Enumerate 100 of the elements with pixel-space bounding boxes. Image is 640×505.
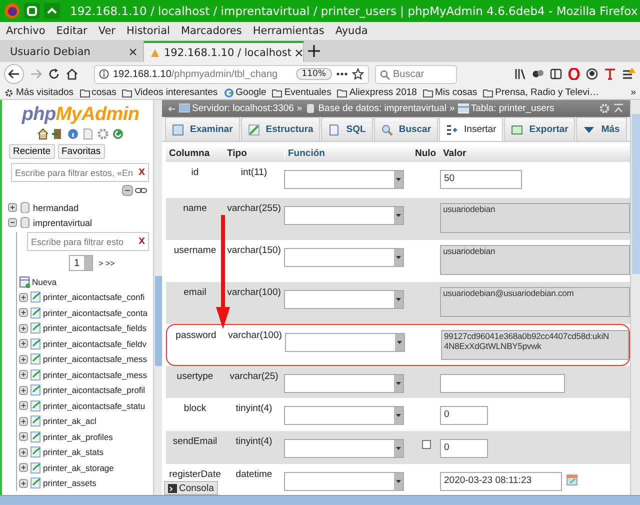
expand-icon[interactable] (19, 308, 28, 318)
database-name[interactable]: hermandad (33, 202, 79, 212)
page-tab[interactable]: Insertar (439, 117, 504, 141)
exit-icon[interactable] (52, 128, 64, 140)
filter-field[interactable]: Escribe para filtrar esto X (27, 232, 149, 251)
bookmark-item[interactable]: Aliexpress 2018 (337, 87, 417, 98)
value-textarea[interactable]: 99127cd96041e368a0b92cc4407cd58d:ukiN 4N8ExXdGtWLNBY5pvwk (441, 330, 629, 360)
bookmark-item[interactable]: Más visitados (4, 87, 74, 98)
expand-icon[interactable] (19, 463, 28, 472)
close-tab-icon[interactable] (129, 48, 137, 56)
expand-icon[interactable] (19, 478, 28, 488)
table-name[interactable]: printer_aicontactsafe_confi (43, 292, 145, 302)
scrollbar[interactable] (153, 100, 162, 495)
function-select[interactable] (284, 439, 404, 458)
table-name[interactable]: printer_ak_storage (43, 462, 114, 473)
library-icon[interactable] (514, 68, 526, 80)
collapse-all-icon[interactable] (122, 185, 133, 196)
table-name[interactable]: printer_aicontactsafe_fields (43, 323, 146, 334)
table-name[interactable]: printer_ak_acl (43, 416, 96, 426)
function-select[interactable] (285, 333, 405, 352)
phpmyadmin-logo[interactable]: phpMyAdmin (8, 104, 153, 126)
function-select[interactable] (284, 406, 404, 425)
table-name[interactable]: printer_aicontactsafe_fieldv (43, 338, 146, 349)
browser-tab[interactable]: 192.168.1.10 / localhost (144, 41, 304, 62)
help-icon[interactable] (67, 128, 79, 140)
bookmark-item[interactable]: Prensa, Radio y Televi… (483, 87, 600, 98)
table-icon[interactable] (30, 462, 41, 474)
expand-icon[interactable] (19, 386, 28, 395)
reload-icon[interactable] (48, 68, 60, 80)
menu-item[interactable]: Ver (98, 25, 116, 37)
value-textarea[interactable]: usuariodebian@usuariodebian.com (440, 287, 630, 317)
table-name[interactable]: printer_aicontactsafe_statu (43, 400, 146, 411)
null-checkbox[interactable] (422, 440, 430, 449)
page-tab[interactable]: Buscar (374, 117, 438, 141)
menu-item[interactable]: Historial (126, 25, 170, 37)
sidebar-tab[interactable]: Favoritas (58, 144, 105, 159)
bookmark-item[interactable]: cosas (80, 87, 116, 98)
menu-item[interactable]: Archivo (6, 25, 46, 37)
database-name[interactable]: imprentavirtual (33, 218, 92, 228)
home-icon[interactable] (66, 68, 78, 80)
table-name[interactable]: printer_aicontactsafe_conta (43, 308, 148, 318)
expand-icon[interactable] (19, 448, 28, 457)
value-field[interactable]: 2020-03-23 08:11:23 (440, 472, 562, 491)
menu-item[interactable]: Ayuda (335, 25, 368, 37)
new-table-link[interactable]: Nueva (32, 276, 57, 287)
value-textarea[interactable]: usuariodebian (440, 203, 630, 233)
expand-icon[interactable] (19, 292, 28, 302)
page-nav-link[interactable]: > >> (98, 258, 115, 268)
table-icon[interactable] (30, 322, 41, 334)
clear-button[interactable]: X (138, 167, 145, 178)
expand-icon[interactable] (19, 339, 28, 348)
expand-icon[interactable] (19, 324, 28, 333)
value-field[interactable]: 0 (440, 406, 488, 425)
column-header[interactable]: Función (284, 148, 412, 159)
search-field[interactable]: Buscar (375, 64, 457, 84)
page-tab[interactable]: Más (576, 117, 627, 141)
table-name[interactable]: printer_ak_stats (43, 447, 104, 458)
address-bar[interactable]: 192.168.1.10/phpmyadmin/tbl_chang 110% (94, 64, 369, 84)
table-icon[interactable] (30, 384, 41, 396)
sidebar-icon[interactable] (550, 68, 562, 80)
expand-icon[interactable] (19, 401, 28, 410)
page-actions-icon[interactable] (336, 72, 348, 76)
function-select[interactable] (284, 472, 404, 491)
zoom-level[interactable]: 110% (296, 68, 332, 80)
link-icon[interactable] (135, 185, 147, 196)
function-select[interactable] (284, 170, 404, 189)
page-tab[interactable]: Estructura (240, 117, 320, 141)
value-field[interactable] (440, 374, 565, 393)
collapse-icon[interactable] (8, 218, 17, 227)
console-tab[interactable]: Consola (164, 481, 218, 495)
filter-field[interactable]: Escribe para filtrar estos, «En X (11, 163, 149, 182)
value-field[interactable]: 0 (440, 439, 488, 458)
value-textarea[interactable]: usuariodebian (440, 245, 630, 275)
menu-item[interactable]: Herramientas (252, 25, 324, 37)
table-icon[interactable] (30, 430, 41, 443)
table-icon[interactable] (30, 306, 41, 319)
value-field[interactable]: 50 (440, 170, 522, 189)
table-icon[interactable] (30, 368, 41, 381)
table-icon[interactable] (30, 291, 41, 304)
table-name[interactable]: printer_ak_profiles (43, 432, 113, 442)
document-icon[interactable] (82, 128, 94, 140)
table-icon[interactable] (30, 338, 41, 350)
expand-icon[interactable] (19, 416, 28, 426)
menu-icon[interactable] (622, 67, 636, 81)
breadcrumb-link[interactable]: Tabla: printer_users (458, 103, 554, 114)
breadcrumb-link[interactable]: Servidor: localhost:3306 (179, 103, 294, 114)
expand-icon[interactable] (19, 432, 28, 442)
table-icon[interactable] (30, 415, 41, 428)
sidebar-tab[interactable]: Reciente (9, 144, 54, 159)
table-icon[interactable] (30, 446, 41, 458)
settings-icon[interactable] (97, 128, 109, 140)
scrollbar[interactable] (630, 100, 640, 495)
table-name[interactable]: printer_aicontactsafe_mess (43, 354, 147, 364)
bookmark-star-icon[interactable] (352, 68, 364, 80)
expand-icon[interactable] (8, 203, 17, 212)
page-tab[interactable]: Examinar (165, 117, 240, 141)
close-tab-icon[interactable] (295, 48, 304, 56)
bookmark-item[interactable]: Google (224, 87, 266, 98)
clear-button[interactable]: X (138, 236, 145, 247)
page-tab[interactable]: Exportar (504, 117, 576, 141)
